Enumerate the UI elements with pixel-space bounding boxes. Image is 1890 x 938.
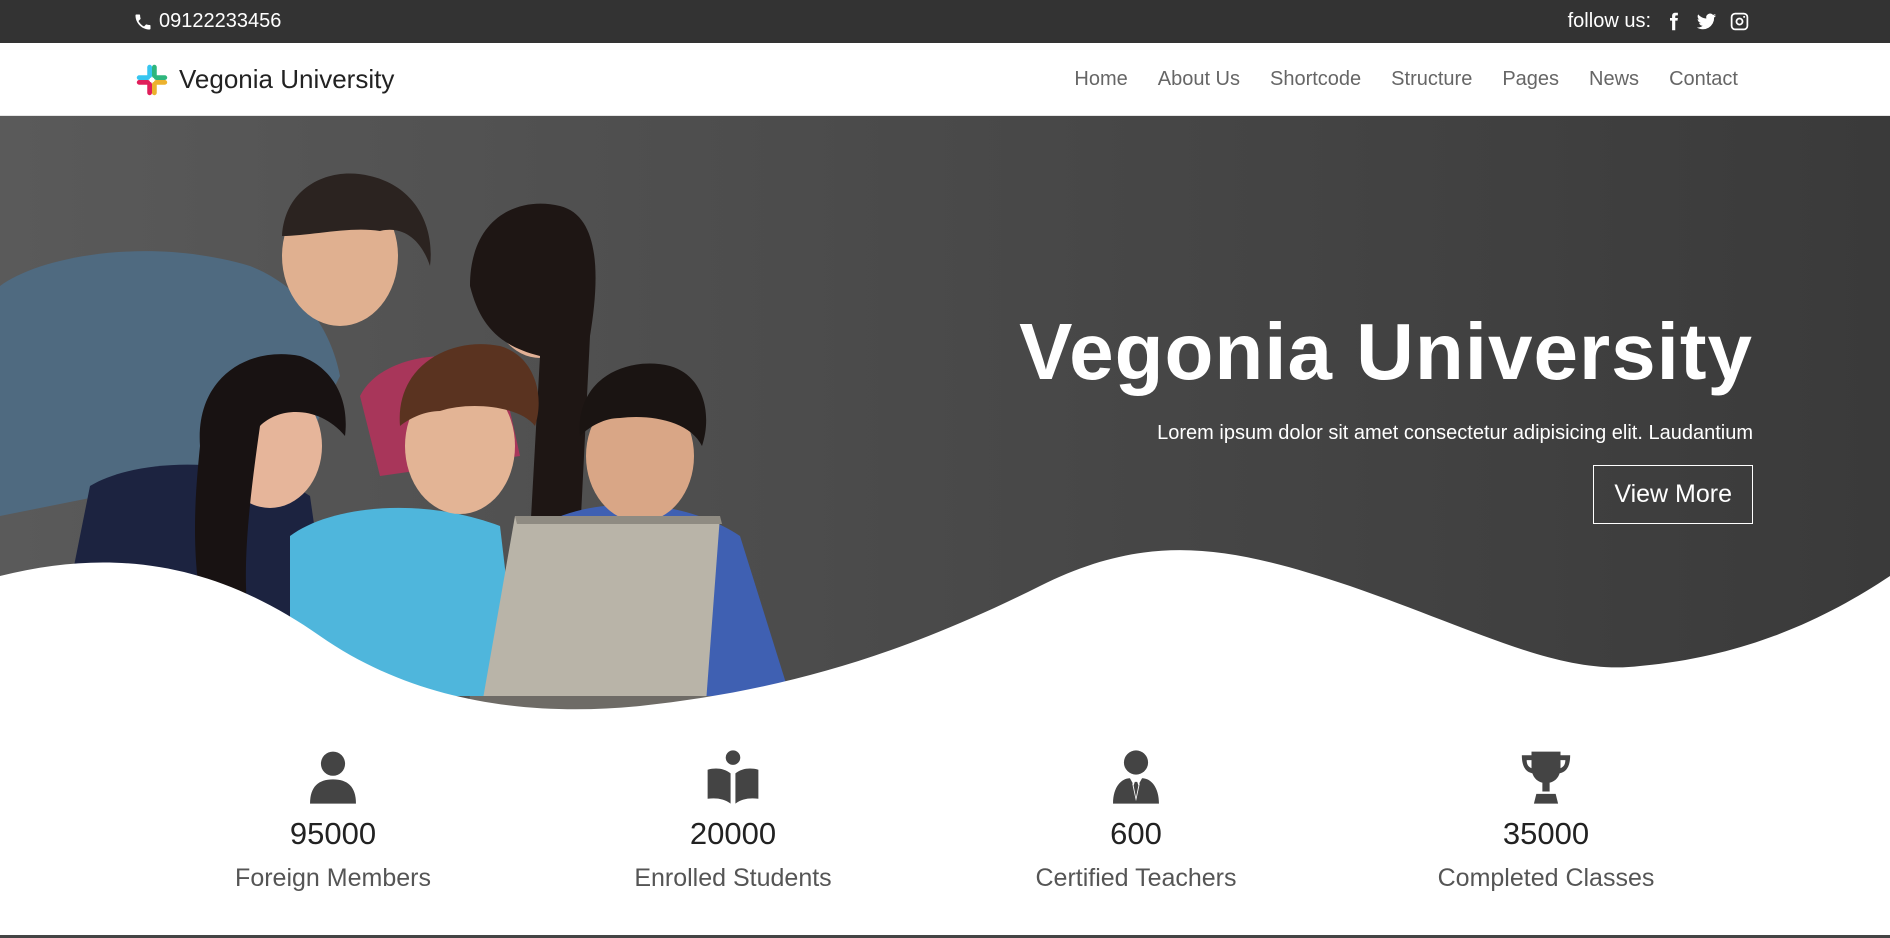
trophy-icon (1521, 751, 1571, 804)
nav-pages[interactable]: Pages (1502, 68, 1559, 91)
facebook-icon (1670, 12, 1678, 31)
twitter-icon (1696, 13, 1717, 30)
phone-icon (135, 14, 151, 29)
follow-label: follow us: (1567, 10, 1651, 32)
hero-text: Vegonia University Lorem ipsum dolor sit… (1019, 312, 1753, 524)
stat-enrolled-students: 20000 Enrolled Students (573, 748, 893, 893)
stat-value: 35000 (1502, 816, 1590, 851)
view-more-button[interactable]: View More (1593, 465, 1753, 524)
phone-contact[interactable]: 09122233456 (133, 0, 281, 43)
instagram-icon (1730, 12, 1749, 31)
stat-label: Enrolled Students (634, 864, 832, 892)
brand-home-link[interactable]: Vegonia University (133, 43, 394, 116)
hero-banner: Vegonia University Lorem ipsum dolor sit… (0, 116, 1890, 716)
stat-value: 600 (1110, 816, 1162, 851)
pinwheel-logo-icon (136, 64, 168, 95)
stat-value: 20000 (689, 816, 777, 851)
open-book-icon (707, 750, 759, 804)
stat-completed-classes: 35000 Completed Classes (1386, 748, 1706, 893)
nav-home[interactable]: Home (1074, 68, 1127, 91)
stat-certified-teachers: 600 Certified Teachers (976, 748, 1296, 893)
nav-about-us[interactable]: About Us (1158, 68, 1240, 91)
social-links (1663, 11, 1750, 32)
hero-title: Vegonia University (1019, 307, 1753, 396)
teacher-icon (1113, 750, 1159, 804)
nav-shortcode[interactable]: Shortcode (1270, 68, 1361, 91)
stat-label: Foreign Members (235, 864, 431, 892)
instagram-link[interactable] (1729, 11, 1750, 32)
user-icon (310, 751, 356, 804)
twitter-link[interactable] (1696, 11, 1717, 32)
brand-name: Vegonia University (179, 64, 395, 94)
top-bar: 09122233456 follow us: (0, 0, 1890, 43)
facebook-link[interactable] (1663, 11, 1684, 32)
stat-label: Completed Classes (1437, 864, 1655, 892)
nav-structure[interactable]: Structure (1391, 68, 1472, 91)
main-menu: Home About Us Shortcode Structure Pages … (1074, 43, 1738, 116)
nav-news[interactable]: News (1589, 68, 1639, 91)
stats-section: 95000 Foreign Members 20000 Enrolled Stu… (0, 748, 1890, 938)
stat-foreign-members: 95000 Foreign Members (173, 748, 493, 893)
stat-label: Certified Teachers (1035, 864, 1237, 892)
stat-value: 95000 (289, 816, 377, 851)
nav-contact[interactable]: Contact (1669, 68, 1738, 91)
hero-subtitle: Lorem ipsum dolor sit amet consectetur a… (1157, 422, 1753, 444)
follow-us: follow us: (1568, 0, 1750, 43)
phone-number: 09122233456 (159, 10, 282, 32)
main-navbar: Vegonia University Home About Us Shortco… (0, 43, 1890, 116)
